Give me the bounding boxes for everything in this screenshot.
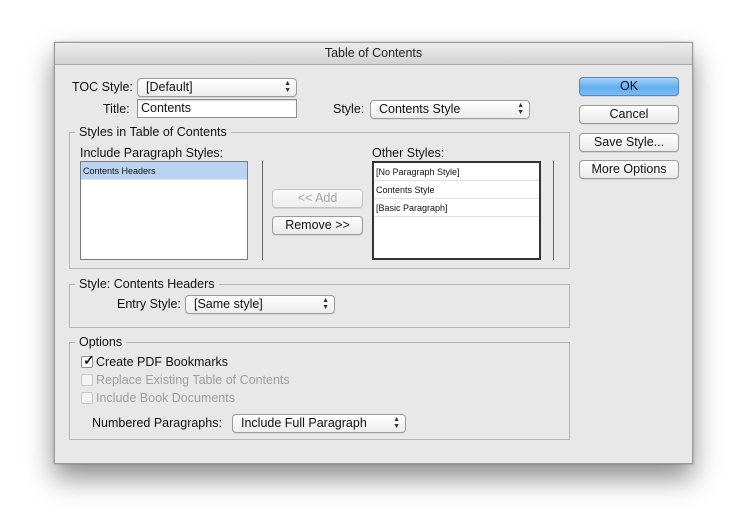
title-label: Title: bbox=[103, 102, 130, 116]
create-pdf-bookmarks-checkbox[interactable]: ✓ bbox=[81, 352, 95, 368]
popup-arrows-icon: ▲ ▼ bbox=[393, 416, 400, 430]
entry-style-value: [Same style] bbox=[194, 297, 263, 311]
title-style-popup[interactable]: Contents Style ▲ ▼ bbox=[370, 100, 530, 119]
replace-existing-checkbox[interactable] bbox=[81, 374, 93, 386]
numbered-paragraphs-popup[interactable]: Include Full Paragraph ▲ ▼ bbox=[232, 414, 406, 433]
toc-style-value: [Default] bbox=[146, 80, 193, 94]
other-list-scrollbar[interactable] bbox=[553, 161, 554, 260]
toc-style-label: TOC Style: bbox=[72, 80, 133, 94]
styles-group-title: Styles in Table of Contents bbox=[75, 124, 231, 140]
popup-arrows-icon: ▲ ▼ bbox=[517, 102, 524, 116]
checkmark-icon: ✓ bbox=[83, 352, 95, 368]
cancel-button[interactable]: Cancel bbox=[579, 105, 679, 124]
other-styles-label: Other Styles: bbox=[372, 146, 445, 160]
numbered-paragraphs-value: Include Full Paragraph bbox=[241, 416, 367, 430]
include-book-checkbox[interactable] bbox=[81, 392, 93, 404]
ok-button[interactable]: OK bbox=[579, 77, 679, 96]
list-item[interactable]: Contents Headers bbox=[81, 162, 247, 180]
include-list-scrollbar[interactable] bbox=[262, 161, 263, 260]
replace-existing-label: Replace Existing Table of Contents bbox=[96, 373, 290, 387]
style-group-title: Style: Contents Headers bbox=[75, 276, 219, 292]
numbered-paragraphs-label: Numbered Paragraphs: bbox=[92, 416, 222, 430]
popup-arrows-icon: ▲ ▼ bbox=[322, 297, 329, 311]
toc-dialog: Table of Contents TOC Style: [Default] ▲… bbox=[54, 42, 693, 464]
list-item[interactable]: [Basic Paragraph] bbox=[374, 199, 539, 217]
title-style-value: Contents Style bbox=[379, 102, 461, 116]
create-pdf-bookmarks-label: Create PDF Bookmarks bbox=[96, 355, 228, 369]
other-styles-list[interactable]: [No Paragraph Style] Contents Style [Bas… bbox=[372, 161, 541, 260]
entry-style-popup[interactable]: [Same style] ▲ ▼ bbox=[185, 295, 335, 314]
entry-style-label: Entry Style: bbox=[117, 297, 181, 311]
list-item[interactable]: Contents Style bbox=[374, 181, 539, 199]
include-styles-list[interactable]: Contents Headers bbox=[80, 161, 248, 260]
popup-arrows-icon: ▲ ▼ bbox=[284, 80, 291, 94]
include-book-label: Include Book Documents bbox=[96, 391, 235, 405]
dialog-title: Table of Contents bbox=[55, 43, 692, 65]
options-group-title: Options bbox=[75, 334, 127, 350]
title-style-label: Style: bbox=[333, 102, 365, 116]
title-input[interactable]: Contents bbox=[137, 99, 297, 118]
more-options-button[interactable]: More Options bbox=[579, 160, 679, 179]
toc-style-popup[interactable]: [Default] ▲ ▼ bbox=[137, 78, 297, 97]
add-button[interactable]: << Add bbox=[272, 189, 363, 208]
remove-button[interactable]: Remove >> bbox=[272, 216, 363, 235]
include-styles-label: Include Paragraph Styles: bbox=[80, 146, 224, 160]
save-style-button[interactable]: Save Style... bbox=[579, 133, 679, 152]
list-item[interactable]: [No Paragraph Style] bbox=[374, 163, 539, 181]
